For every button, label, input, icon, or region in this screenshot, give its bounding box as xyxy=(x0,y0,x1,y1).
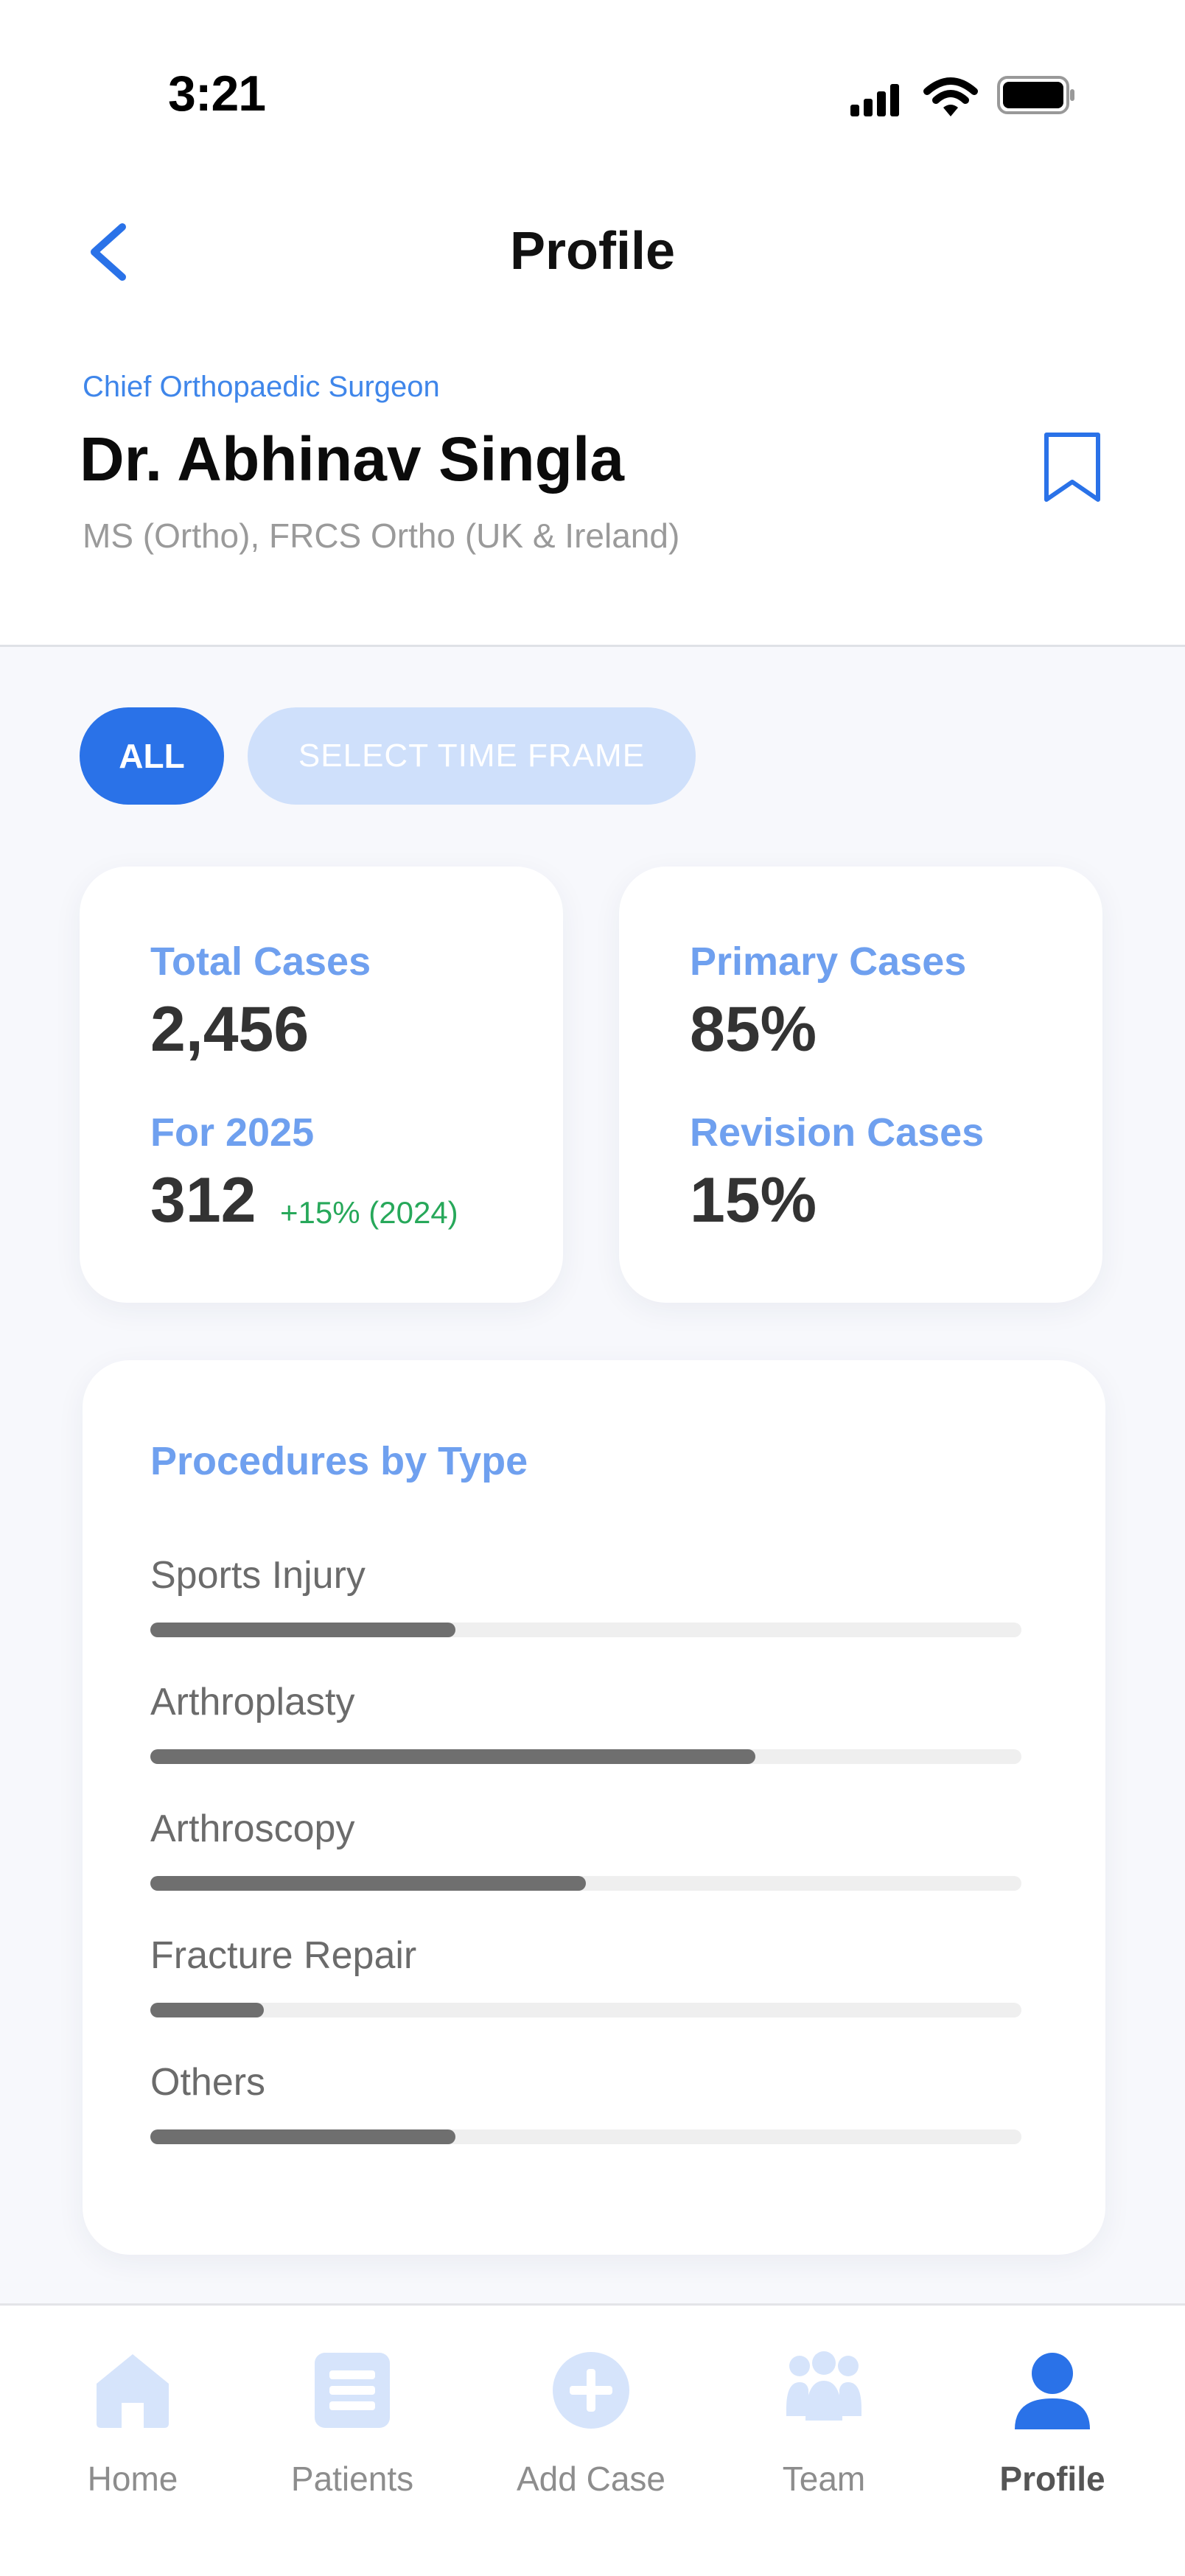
procedure-label: Fracture Repair xyxy=(150,1934,417,1977)
person-icon xyxy=(1015,2353,1090,2429)
year-cases-delta: +15% (2024) xyxy=(280,1195,458,1230)
filter-all-button[interactable]: ALL xyxy=(80,707,224,805)
profile-name: Dr. Abhinav Singla xyxy=(80,424,625,494)
procedure-bar-fill xyxy=(150,2003,264,2017)
procedure-bar-track xyxy=(150,2129,1021,2144)
team-icon xyxy=(786,2351,861,2421)
revision-cases-value: 15% xyxy=(690,1165,817,1236)
primary-cases-label: Primary Cases xyxy=(690,939,967,984)
bookmark-button[interactable] xyxy=(1039,427,1105,508)
bookmark-icon xyxy=(1044,433,1100,502)
page-title: Profile xyxy=(509,222,676,281)
procedure-bar-fill xyxy=(150,1749,756,1764)
tab-home-label: Home xyxy=(87,2460,178,2498)
revision-cases-label: Revision Cases xyxy=(690,1110,985,1155)
select-time-frame-button[interactable]: SELECT TIME FRAME xyxy=(248,707,696,805)
procedure-label: Sports Injury xyxy=(150,1554,366,1597)
procedure-bar-fill xyxy=(150,1623,455,1637)
procedure-bar-track xyxy=(150,1876,1021,1891)
bottom-tab-bar: Home Patients Add Case Team Profile xyxy=(0,2303,1185,2576)
procedure-bar-track xyxy=(150,2003,1021,2017)
battery-icon xyxy=(997,76,1074,114)
tab-add-case-label: Add Case xyxy=(516,2460,665,2498)
profile-role: Chief Orthopaedic Surgeon xyxy=(83,371,440,403)
tab-profile[interactable]: Profile xyxy=(942,2306,1163,2556)
total-cases-card: Total Cases 2,456 For 2025 312 +15% (202… xyxy=(80,867,563,1303)
case-type-card: Primary Cases 85% Revision Cases 15% xyxy=(619,867,1102,1303)
procedures-title: Procedures by Type xyxy=(150,1439,528,1483)
year-cases-value: 312 xyxy=(150,1165,256,1236)
tab-team[interactable]: Team xyxy=(713,2306,934,2556)
list-icon xyxy=(315,2353,390,2428)
tab-patients-label: Patients xyxy=(290,2460,414,2498)
procedure-bar-track xyxy=(150,1623,1021,1637)
signal-icon xyxy=(850,84,899,116)
procedure-bar-fill xyxy=(150,1876,586,1891)
tab-team-label: Team xyxy=(782,2460,866,2498)
wifi-icon xyxy=(923,77,978,116)
procedure-label: Others xyxy=(150,2061,266,2104)
procedure-label: Arthroscopy xyxy=(150,1807,355,1850)
total-cases-label: Total Cases xyxy=(150,939,371,984)
tab-profile-label: Profile xyxy=(999,2460,1105,2498)
procedure-label: Arthroplasty xyxy=(150,1681,355,1723)
profile-qualifications: MS (Ortho), FRCS Ortho (UK & Ireland) xyxy=(83,517,680,555)
status-time: 3:21 xyxy=(168,66,266,122)
tab-home[interactable]: Home xyxy=(22,2306,243,2556)
year-cases-label: For 2025 xyxy=(150,1110,315,1155)
plus-circle-icon xyxy=(553,2352,629,2429)
tab-patients[interactable]: Patients xyxy=(242,2306,463,2556)
home-icon xyxy=(97,2354,169,2428)
procedure-bar-track xyxy=(150,1749,1021,1764)
profile-header: 3:21 Profile Chief Orthopaedic Surgeon D… xyxy=(0,0,1185,647)
tab-add-case[interactable]: Add Case xyxy=(480,2306,702,2556)
total-cases-value: 2,456 xyxy=(150,994,310,1065)
primary-cases-value: 85% xyxy=(690,994,817,1065)
procedure-bar-fill xyxy=(150,2129,455,2144)
